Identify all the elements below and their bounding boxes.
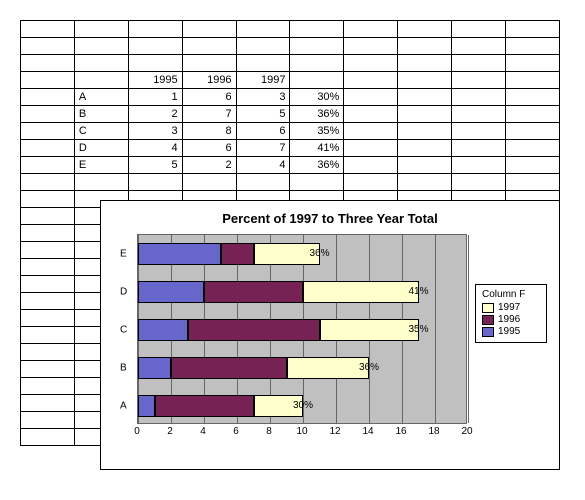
y-tick: E: [120, 249, 127, 260]
col-header: 1997: [236, 72, 290, 89]
chart-title: Percent of 1997 to Three Year Total: [101, 211, 559, 226]
cell[interactable]: 6: [236, 123, 290, 140]
cell[interactable]: 7: [236, 140, 290, 157]
table-row: E 5 2 4 36%: [21, 157, 560, 174]
bar-data-label: 35%: [409, 324, 429, 335]
y-tick: A: [120, 401, 127, 412]
bar-row: [138, 357, 369, 379]
table-row: D 4 6 7 41%: [21, 140, 560, 157]
bar-data-label: 30%: [293, 400, 313, 411]
cell[interactable]: 6: [182, 89, 236, 106]
x-tick: 14: [362, 426, 373, 437]
row-label: A: [74, 89, 128, 106]
legend-swatch-1997: [482, 303, 494, 313]
bar-segment-1996: [221, 243, 254, 265]
bar-segment-1996: [188, 319, 320, 341]
legend-title: Column F: [482, 289, 540, 300]
legend-label: 1996: [498, 314, 520, 325]
row-label: D: [74, 140, 128, 157]
legend-swatch-1996: [482, 315, 494, 325]
cell[interactable]: 41%: [290, 140, 344, 157]
bar-data-label: 36%: [359, 362, 379, 373]
bar-segment-1997: [287, 357, 370, 379]
col-header: 1995: [128, 72, 182, 89]
bar-data-label: 41%: [409, 286, 429, 297]
bar-segment-1996: [171, 357, 287, 379]
cell[interactable]: 5: [236, 106, 290, 123]
cell[interactable]: 6: [182, 140, 236, 157]
row-label: C: [74, 123, 128, 140]
y-tick: B: [120, 363, 127, 374]
cell[interactable]: 1: [128, 89, 182, 106]
cell[interactable]: 5: [128, 157, 182, 174]
x-tick: 0: [134, 426, 140, 437]
col-header: 1996: [182, 72, 236, 89]
cell[interactable]: 35%: [290, 123, 344, 140]
cell[interactable]: 2: [182, 157, 236, 174]
x-tick: 8: [266, 426, 272, 437]
bar-segment-1995: [138, 319, 188, 341]
x-tick: 16: [395, 426, 406, 437]
chart: Percent of 1997 to Three Year Total E36%…: [100, 200, 560, 470]
x-tick: 20: [461, 426, 472, 437]
table-row: A 1 6 3 30%: [21, 89, 560, 106]
cell[interactable]: 36%: [290, 106, 344, 123]
legend-item: 1997: [482, 302, 540, 313]
y-tick: D: [120, 287, 127, 298]
cell[interactable]: 3: [236, 89, 290, 106]
bar-row: [138, 281, 419, 303]
legend: Column F 1997 1996 1995: [475, 284, 547, 343]
legend-item: 1996: [482, 314, 540, 325]
cell[interactable]: 2: [128, 106, 182, 123]
bar-row: [138, 243, 320, 265]
bar-data-label: 36%: [310, 248, 330, 259]
bar-segment-1995: [138, 281, 204, 303]
table-header-row: 1995 1996 1997: [21, 72, 560, 89]
bar-segment-1997: [320, 319, 419, 341]
legend-item: 1995: [482, 326, 540, 337]
bar-segment-1996: [204, 281, 303, 303]
bar-segment-1997: [303, 281, 419, 303]
table-row: B 2 7 5 36%: [21, 106, 560, 123]
row-label: E: [74, 157, 128, 174]
bar-row: [138, 395, 303, 417]
bar-segment-1996: [155, 395, 254, 417]
cell[interactable]: 36%: [290, 157, 344, 174]
bar-segment-1995: [138, 243, 221, 265]
x-tick: 12: [329, 426, 340, 437]
x-tick: 6: [233, 426, 239, 437]
x-tick: 18: [428, 426, 439, 437]
bar-segment-1995: [138, 357, 171, 379]
legend-swatch-1995: [482, 327, 494, 337]
bar-segment-1995: [138, 395, 155, 417]
legend-label: 1995: [498, 326, 520, 337]
cell[interactable]: 3: [128, 123, 182, 140]
x-tick: 4: [200, 426, 206, 437]
row-label: B: [74, 106, 128, 123]
cell[interactable]: 7: [182, 106, 236, 123]
x-axis: 02468101214161820: [137, 424, 467, 440]
table-row: C 3 8 6 35%: [21, 123, 560, 140]
cell[interactable]: 4: [128, 140, 182, 157]
cell[interactable]: 8: [182, 123, 236, 140]
cell[interactable]: 30%: [290, 89, 344, 106]
cell[interactable]: 4: [236, 157, 290, 174]
plot-area: E36%D41%C35%B36%A30%: [137, 234, 467, 424]
legend-label: 1997: [498, 302, 520, 313]
x-tick: 2: [167, 426, 173, 437]
bar-row: [138, 319, 419, 341]
y-tick: C: [120, 325, 127, 336]
x-tick: 10: [296, 426, 307, 437]
